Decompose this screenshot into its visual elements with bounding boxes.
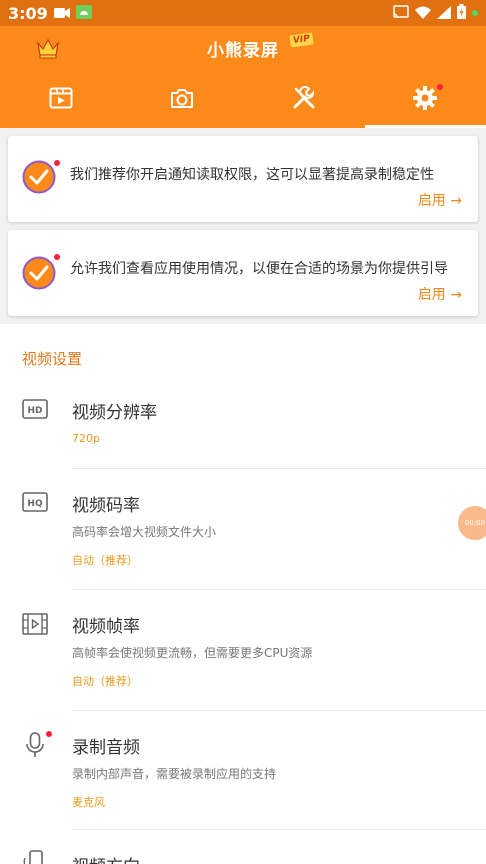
battery-icon	[457, 3, 466, 23]
camera-icon	[170, 87, 194, 113]
hq-icon: HQ	[22, 491, 48, 517]
setting-video-framerate[interactable]: 视频帧率 高帧率会使视频更流畅，但需要更多CPU资源 自动（推荐）	[0, 590, 486, 710]
check-circle-icon	[22, 256, 56, 290]
video-camera-icon	[53, 4, 70, 23]
svg-text:HQ: HQ	[27, 499, 43, 509]
setting-description: 高帧率会使视频更流畅，但需要更多CPU资源	[72, 646, 313, 660]
status-time: 3:09	[8, 3, 48, 23]
audio-badge-dot	[46, 731, 52, 737]
setting-title: 视频帧率	[72, 617, 140, 637]
notification-permission-card[interactable]: 我们推荐你开启通知读取权限，这可以显著提高录制稳定性 启用 →	[8, 136, 478, 222]
floating-record-button[interactable]: 00:00	[458, 506, 486, 540]
setting-value: 自动（推荐）	[72, 675, 138, 688]
card-message: 我们推荐你开启通知读取权限，这可以显著提高录制稳定性	[70, 167, 434, 183]
android-notification-icon	[75, 4, 92, 23]
setting-title: 视频分辨率	[72, 403, 157, 423]
svg-text:HD: HD	[27, 406, 42, 416]
settings-badge-dot	[436, 84, 443, 90]
tab-tools[interactable]	[243, 72, 365, 128]
setting-title: 视频码率	[72, 496, 140, 516]
tab-screenshots[interactable]	[122, 72, 244, 128]
status-dot	[472, 10, 478, 16]
setting-value: 自动（推荐）	[72, 554, 138, 567]
signal-icon	[437, 4, 451, 23]
app-title: 小熊录屏	[207, 41, 279, 61]
section-title: 视频设置	[22, 350, 83, 368]
setting-video-bitrate[interactable]: HQ 视频码率 高码率会增大视频文件大小 自动（推荐）	[0, 469, 486, 589]
film-icon	[49, 87, 73, 113]
film-frame-icon	[22, 612, 48, 638]
setting-value: 麦克风	[72, 796, 105, 809]
card-message: 允许我们查看应用使用情况，以便在合适的场景为你提供引导	[70, 261, 448, 277]
tools-icon	[292, 86, 316, 114]
check-circle-icon	[22, 160, 56, 194]
tab-settings[interactable]	[364, 72, 486, 128]
wifi-icon	[415, 4, 431, 23]
rotate-screen-icon	[22, 850, 48, 864]
setting-title: 录制音频	[72, 738, 140, 758]
settings-list: 视频设置 HD 视频分辨率 720p HQ 视频码率 高码率会增大视频文件大小 …	[0, 324, 486, 864]
setting-value: 720p	[72, 432, 100, 445]
setting-description: 录制内部声音，需要被录制应用的支持	[72, 767, 277, 781]
usage-access-card[interactable]: 允许我们查看应用使用情况，以便在合适的场景为你提供引导 启用 →	[8, 230, 478, 316]
app-header: 小熊录屏 VIP	[0, 26, 486, 72]
setting-video-orientation[interactable]: 视频方向	[0, 830, 486, 864]
microphone-icon	[22, 731, 48, 757]
tab-videos[interactable]	[0, 72, 122, 128]
setting-record-audio[interactable]: 录制音频 录制内部声音，需要被录制应用的支持 麦克风	[0, 711, 486, 829]
cast-icon	[393, 4, 409, 23]
hd-icon: HD	[22, 398, 48, 424]
card-badge-dot	[54, 160, 60, 166]
setting-description: 高码率会增大视频文件大小	[72, 525, 217, 539]
status-bar: 3:09	[0, 0, 486, 26]
main-tabs	[0, 72, 486, 128]
setting-video-resolution[interactable]: HD 视频分辨率 720p	[0, 384, 486, 468]
enable-button[interactable]: 启用 →	[418, 190, 462, 210]
setting-title: 视频方向	[72, 852, 140, 864]
card-badge-dot	[54, 254, 60, 260]
gear-icon	[412, 85, 438, 115]
enable-button[interactable]: 启用 →	[418, 284, 462, 304]
